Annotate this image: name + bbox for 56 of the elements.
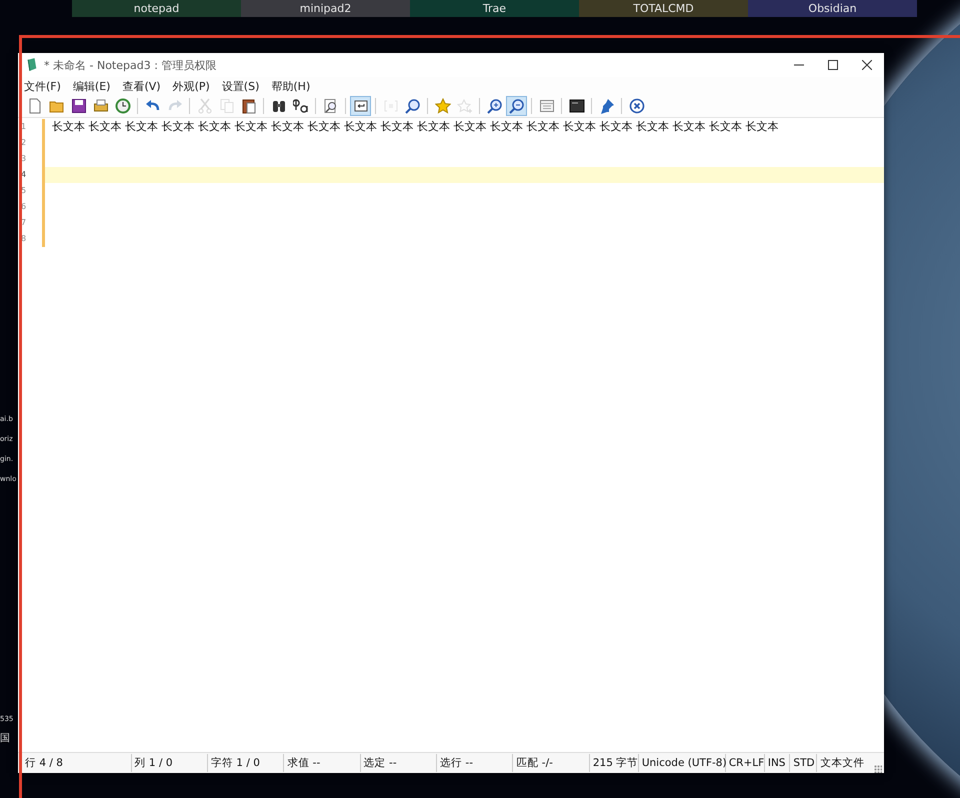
zoom-in-icon xyxy=(486,98,502,114)
copy-icon xyxy=(218,98,234,114)
taskbar-button[interactable]: minipad2 xyxy=(241,0,410,17)
status-field: CR+LF xyxy=(726,754,765,772)
word-wrap-icon xyxy=(352,98,368,114)
menu-item[interactable]: 编辑(E) xyxy=(72,78,110,94)
binoculars-icon xyxy=(270,98,286,114)
status-field: INS xyxy=(764,754,790,772)
printer-icon xyxy=(92,98,108,114)
status-field: Unicode (UTF-8) xyxy=(638,754,726,772)
terminal-icon xyxy=(568,98,584,114)
page-magnifier-icon xyxy=(322,98,338,114)
window-icon xyxy=(538,98,554,114)
zoom-out-icon xyxy=(508,98,524,114)
menu-item[interactable]: 文件(F) xyxy=(24,78,61,94)
taskbar-button[interactable]: Trae xyxy=(410,0,579,17)
star-icon xyxy=(434,98,450,114)
page-icon xyxy=(26,98,42,114)
taskbar-button[interactable]: Obsidian xyxy=(748,0,917,17)
taskbar-button[interactable]: notepad xyxy=(72,0,241,17)
resize-grip-icon[interactable] xyxy=(874,765,882,773)
magnifier-icon xyxy=(404,98,420,114)
star-button[interactable] xyxy=(432,96,453,116)
maximize-icon xyxy=(828,60,838,70)
window-title: * 未命名 - Notepad3 : 管理员权限 xyxy=(44,58,216,72)
status-field: STD xyxy=(790,754,818,772)
close-icon xyxy=(862,60,872,70)
notebook-icon xyxy=(26,58,38,72)
status-field: 行 4 / 8 xyxy=(22,754,132,772)
menu-item[interactable]: 设置(S) xyxy=(222,78,260,94)
status-field: 文本文件 xyxy=(817,754,874,772)
scissors-icon xyxy=(196,98,212,114)
pushpin-icon xyxy=(598,98,614,114)
line-number: 1 xyxy=(20,121,28,133)
background-text: 国 xyxy=(0,732,11,746)
status-field: 匹配 -/- xyxy=(513,754,590,772)
status-field: 列 1 / 0 xyxy=(132,754,208,772)
menu-item[interactable]: 外观(P) xyxy=(172,78,210,94)
line-number: 5 xyxy=(20,185,28,197)
menu-item[interactable]: 查看(V) xyxy=(122,78,161,94)
taskbar-button[interactable]: TOTALCMD xyxy=(579,0,748,17)
replace-letters-icon xyxy=(292,98,308,114)
word-wrap-button[interactable] xyxy=(350,96,371,116)
status-field: 215 字节 xyxy=(590,754,639,772)
status-field: 求值 -- xyxy=(284,754,361,772)
clock-icon xyxy=(114,98,130,114)
star-plus-icon xyxy=(456,98,472,114)
clipboard-icon xyxy=(240,98,256,114)
menu-item[interactable]: 帮助(H) xyxy=(271,78,310,94)
status-field: 字符 1 / 0 xyxy=(208,754,284,772)
close-circle-icon xyxy=(628,98,644,114)
line-text: 长文本 长文本 长文本 长文本 长文本 长文本 长文本 长文本 长文本 长文本 长文本 长文本 长文本 长文本 长文本 长文本 长文本 长文本 长文本 长文本 xyxy=(52,120,778,133)
line-number: 3 xyxy=(20,153,28,165)
status-field: 选行 -- xyxy=(437,754,514,772)
status-field: 选定 -- xyxy=(360,754,438,772)
zoom-out-button[interactable] xyxy=(506,96,527,116)
